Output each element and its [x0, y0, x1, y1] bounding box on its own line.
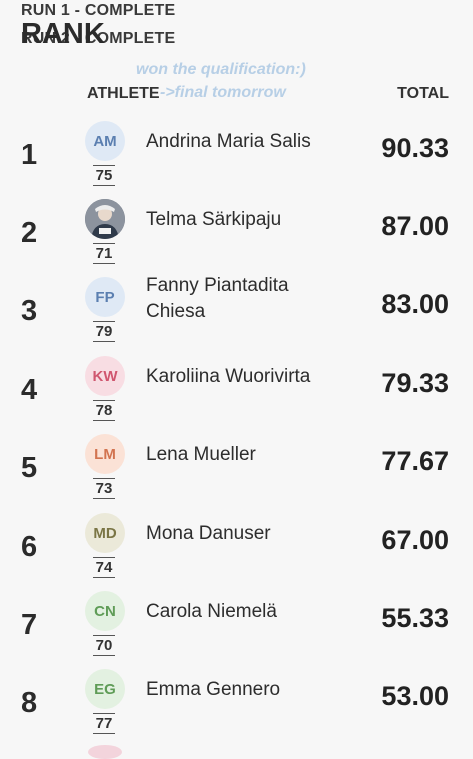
- total-score: 67.00: [381, 525, 449, 555]
- avatar: LM: [85, 434, 125, 474]
- bib-number: 78: [93, 400, 115, 421]
- result-row[interactable]: 5 LM 73 Lena Mueller 77.67: [0, 434, 473, 512]
- athlete-name: Carola Niemelä: [146, 601, 277, 622]
- rank-header: RANK: [21, 18, 105, 50]
- rank-number: 8: [21, 687, 38, 719]
- total-score: 83.00: [381, 289, 449, 319]
- avatar: EG: [85, 669, 125, 709]
- athlete-name: Mona Danuser: [146, 523, 271, 544]
- avatar: AM: [85, 121, 125, 161]
- athlete-name: Emma Gennero: [146, 679, 281, 700]
- avatar: [85, 199, 125, 239]
- result-row[interactable]: 1 AM 75 Andrina Maria Salis 90.33: [0, 121, 473, 199]
- bib-number: 71: [93, 243, 115, 264]
- profile-photo-icon: [85, 199, 125, 239]
- avatar: MD: [85, 513, 125, 553]
- result-row[interactable]: 4 KW 78 Karoliina Wuorivirta 79.33: [0, 356, 473, 434]
- bib-number: 75: [93, 165, 115, 186]
- result-row[interactable]: 2 71 Telma Särkipaju 87.00: [0, 199, 473, 277]
- avatar: FP: [85, 277, 125, 317]
- result-row[interactable]: 3 FP 79 Fanny Piantadita Chiesa 83.00: [0, 275, 473, 355]
- bib-number: 73: [93, 478, 115, 499]
- rank-number: 7: [21, 609, 38, 641]
- athlete-name: Andrina Maria Salis: [146, 131, 311, 152]
- bib-number: 70: [93, 635, 115, 656]
- rank-number: 1: [21, 139, 38, 171]
- handwritten-note: won the qualification:): [136, 61, 306, 78]
- total-header: TOTAL: [397, 85, 449, 102]
- athlete-name: Telma Särkipaju: [146, 209, 282, 230]
- avatar: KW: [85, 356, 125, 396]
- avatar-initials: AM: [93, 132, 117, 150]
- total-score: 79.33: [381, 368, 449, 398]
- result-row[interactable]: 7 CN 70 Carola Niemelä 55.33: [0, 591, 473, 669]
- avatar-initials: KW: [92, 367, 118, 385]
- avatar-peek: [88, 745, 122, 759]
- rank-number: 2: [21, 217, 38, 249]
- handwritten-note-arrow: ->final tomorrow: [160, 84, 286, 101]
- total-score: 53.00: [381, 681, 449, 711]
- bib-number: 79: [93, 321, 115, 342]
- athlete-name: Karoliina Wuorivirta: [146, 366, 311, 387]
- total-score: 90.33: [381, 133, 449, 163]
- avatar: CN: [85, 591, 125, 631]
- bib-number: 77: [93, 713, 115, 734]
- rank-number: 3: [21, 295, 38, 327]
- result-row[interactable]: 8 EG 77 Emma Gennero 53.00: [0, 669, 473, 747]
- total-score: 55.33: [381, 603, 449, 633]
- athlete-name: Fanny Piantadita Chiesa: [146, 275, 289, 322]
- athlete-name: Lena Mueller: [146, 444, 256, 465]
- result-row[interactable]: 6 MD 74 Mona Danuser 67.00: [0, 513, 473, 591]
- avatar-initials: MD: [93, 524, 117, 542]
- avatar-initials: FP: [95, 288, 115, 306]
- avatar-initials: CN: [94, 602, 116, 620]
- athlete-header: ATHLETE: [87, 85, 160, 102]
- total-score: 87.00: [381, 211, 449, 241]
- bib-number: 74: [93, 557, 115, 578]
- total-score: 77.67: [381, 446, 449, 476]
- rank-number: 5: [21, 452, 38, 484]
- rank-number: 6: [21, 531, 38, 563]
- avatar-initials: EG: [94, 680, 116, 698]
- rank-number: 4: [21, 374, 38, 406]
- avatar-initials: LM: [94, 445, 116, 463]
